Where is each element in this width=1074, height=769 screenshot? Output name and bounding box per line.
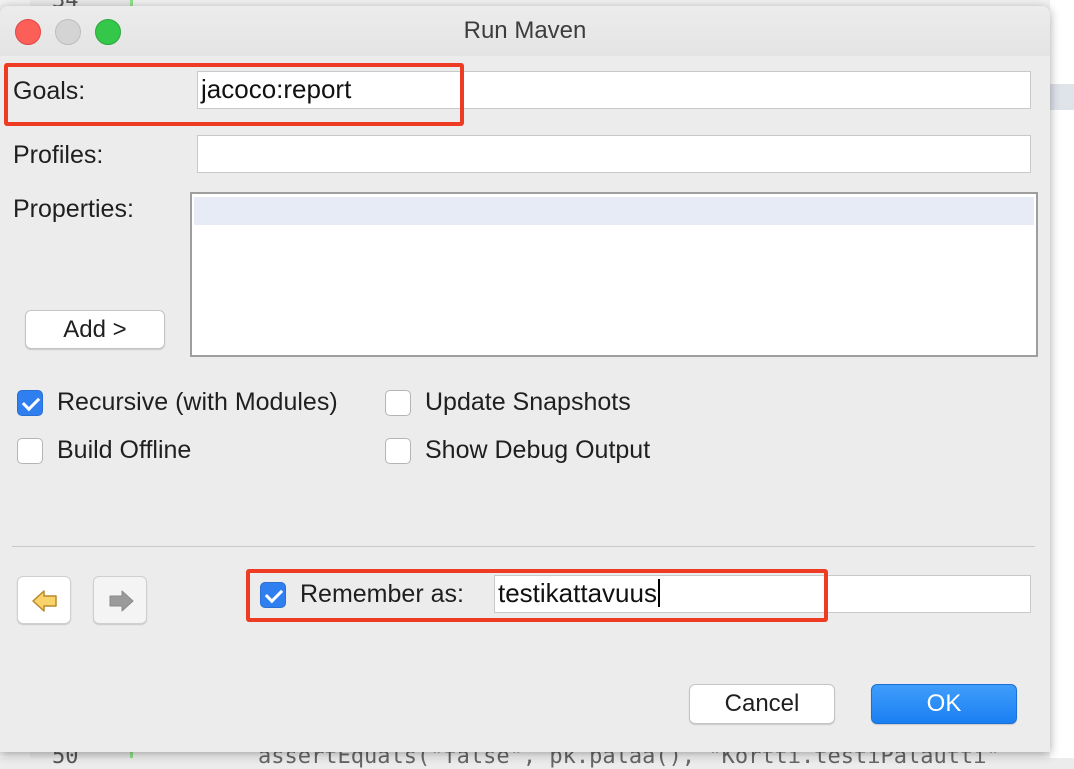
properties-label: Properties:	[13, 195, 134, 223]
goals-label: Goals:	[13, 77, 86, 105]
remember-as-input[interactable]: testikattavuus	[494, 575, 1031, 613]
goals-input-value: jacoco:report	[201, 74, 352, 104]
properties-table[interactable]	[190, 192, 1038, 357]
run-maven-dialog: Run Maven Goals: jacoco:report Profiles:…	[0, 6, 1050, 752]
show-debug-label[interactable]: Show Debug Output	[425, 436, 650, 465]
remember-as-label[interactable]: Remember as:	[300, 580, 464, 609]
remember-as-checkbox[interactable]	[260, 582, 286, 608]
editor-right-pane	[1050, 0, 1074, 758]
title-bar: Run Maven	[0, 6, 1050, 56]
text-caret	[657, 579, 660, 607]
build-offline-checkbox[interactable]	[17, 438, 43, 464]
separator	[12, 546, 1035, 547]
recursive-checkbox[interactable]	[17, 390, 43, 416]
forward-button[interactable]	[93, 576, 147, 624]
cancel-button[interactable]: Cancel	[689, 684, 835, 724]
update-snapshots-checkbox[interactable]	[385, 390, 411, 416]
update-snapshots-label[interactable]: Update Snapshots	[425, 388, 631, 417]
ok-button[interactable]: OK	[871, 684, 1017, 724]
arrow-left-icon	[32, 590, 57, 612]
editor-current-line	[1050, 84, 1074, 110]
profiles-label: Profiles:	[13, 141, 104, 169]
add-property-button[interactable]: Add >	[25, 310, 165, 349]
properties-selected-row[interactable]	[194, 197, 1034, 225]
profiles-input[interactable]	[197, 135, 1031, 173]
window-title: Run Maven	[463, 17, 587, 44]
arrow-right-icon	[109, 590, 134, 612]
build-offline-label[interactable]: Build Offline	[57, 436, 191, 465]
recursive-label[interactable]: Recursive (with Modules)	[57, 388, 338, 417]
remember-as-input-value: testikattavuus	[498, 578, 657, 608]
goals-input[interactable]: jacoco:report	[197, 71, 1031, 109]
back-button[interactable]	[17, 576, 71, 624]
show-debug-checkbox[interactable]	[385, 438, 411, 464]
